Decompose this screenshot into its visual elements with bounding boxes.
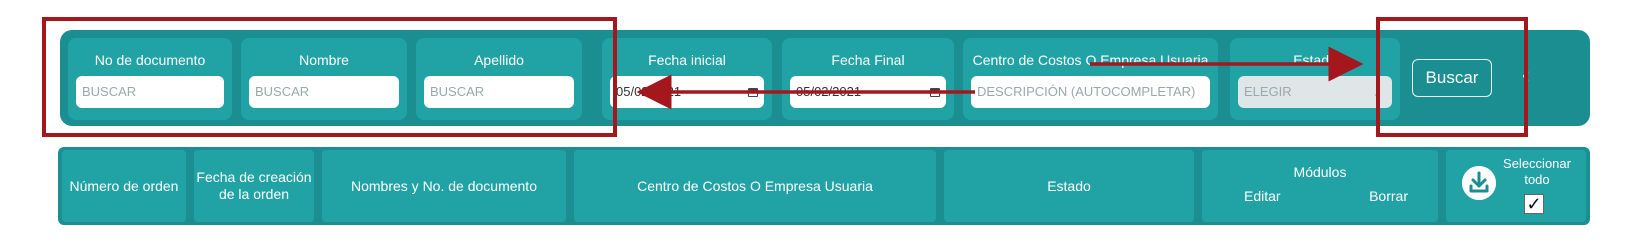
col-status: Estado (944, 150, 1194, 222)
filter-start-date: Fecha inicial 05/02/2021 (602, 38, 772, 120)
download-icon[interactable] (1462, 166, 1496, 200)
start-date-input[interactable]: 05/02/2021 (610, 76, 764, 108)
filter-end-date: Fecha Final 05/02/2021 (782, 38, 954, 120)
calendar-icon[interactable] (748, 88, 758, 97)
cost-center-input[interactable]: DESCRIPCIÓN (AUTOCOMPLETAR) (971, 76, 1210, 108)
download-icon-graphic (1462, 166, 1496, 200)
end-date-label: Fecha Final (831, 52, 905, 68)
filter-status: Estado ELEGIR ⌄ (1230, 38, 1400, 120)
modules-label: Módulos (1293, 164, 1347, 180)
col-select-all: Seleccionar todo ✓ (1446, 150, 1586, 222)
select-all-label: Seleccionar todo (1503, 156, 1571, 187)
status-label: Estado (1293, 52, 1337, 68)
col-names-doc: Nombres y No. de documento (322, 150, 566, 222)
status-select[interactable]: ELEGIR (1238, 76, 1392, 108)
cost-center-label: Centro de Costos O Empresa Usuaria (972, 52, 1209, 68)
col-order-number: Número de orden (62, 150, 186, 222)
start-date-label: Fecha inicial (648, 52, 726, 68)
filter-cost-center: Centro de Costos O Empresa Usuaria DESCR… (963, 38, 1218, 120)
annotation-box-search (1376, 17, 1528, 137)
delete-label: Borrar (1369, 188, 1408, 204)
annotation-box-text-filters (42, 17, 617, 137)
col-creation-date: Fecha de creación de la orden (194, 150, 314, 222)
col-modules: Módulos Editar Borrar (1202, 150, 1438, 222)
edit-label: Editar (1244, 188, 1281, 204)
col-cost-center: Centro de Costos O Empresa Usuaria (574, 150, 936, 222)
end-date-input[interactable]: 05/02/2021 (790, 76, 946, 108)
calendar-icon[interactable] (930, 88, 940, 97)
select-all-checkbox[interactable]: ✓ (1524, 194, 1544, 214)
